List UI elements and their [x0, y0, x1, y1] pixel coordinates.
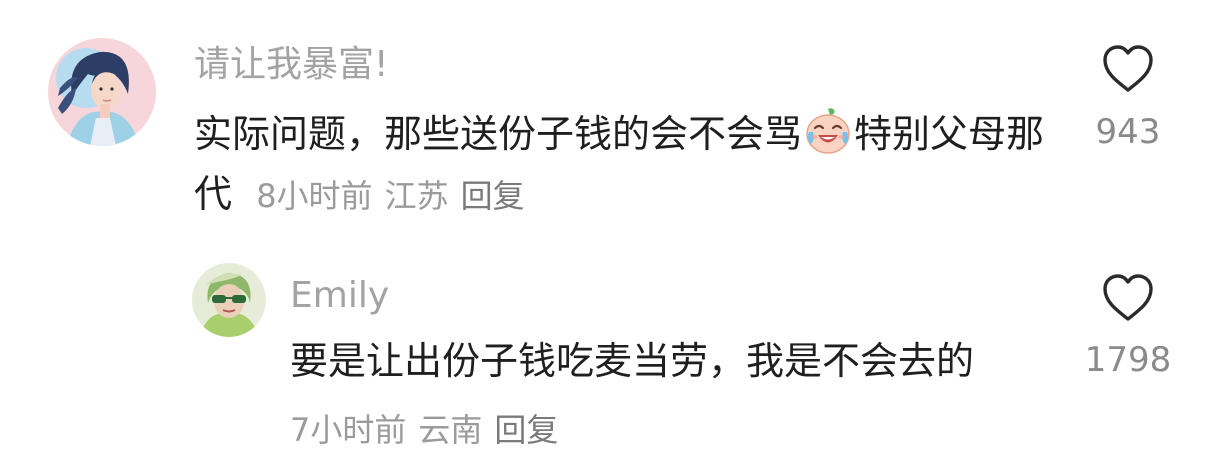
- reply-location: 云南: [418, 411, 483, 449]
- avatar-image: [48, 38, 156, 146]
- heart-outline-icon[interactable]: [1101, 44, 1155, 94]
- reply-meta: 7小时前 云南 回复: [290, 402, 570, 458]
- comment-content: 实际问题，那些送份子钱的会不会骂 特别父母那代 8小时前 江苏 回复: [194, 104, 1064, 226]
- comment-text: 实际问题，那些送份子钱的会不会骂: [194, 112, 803, 156]
- comment-item[interactable]: 请让我暴富! 实际问题，那些送份子钱的会不会骂 特别父母那代 8小时前 江苏 回复 …: [0, 0, 1206, 235]
- reply-username[interactable]: Emily: [290, 271, 389, 321]
- comment-username[interactable]: 请让我暴富!: [194, 40, 388, 90]
- crying-laughing-emoji-icon: [806, 108, 850, 154]
- comment-time: 8小时前: [256, 177, 373, 215]
- reply-button[interactable]: 回复: [494, 411, 558, 449]
- user-avatar[interactable]: [192, 263, 266, 337]
- heart-outline-icon[interactable]: [1101, 273, 1155, 323]
- reply-text: 要是让出份子钱吃麦当劳，我是不会去的: [290, 339, 975, 383]
- like-count: 943: [1095, 112, 1161, 152]
- like-count: 1798: [1084, 340, 1172, 380]
- reply-button[interactable]: 回复: [461, 177, 525, 215]
- reply-time: 7小时前: [290, 411, 407, 449]
- user-avatar[interactable]: [48, 38, 156, 146]
- comment-meta: 8小时前 江苏 回复: [246, 177, 537, 215]
- avatar-image: [192, 263, 266, 337]
- reply-item[interactable]: Emily 要是让出份子钱吃麦当劳，我是不会去的 7小时前 云南 回复 1798: [0, 235, 1206, 468]
- comment-location: 江苏: [384, 177, 449, 215]
